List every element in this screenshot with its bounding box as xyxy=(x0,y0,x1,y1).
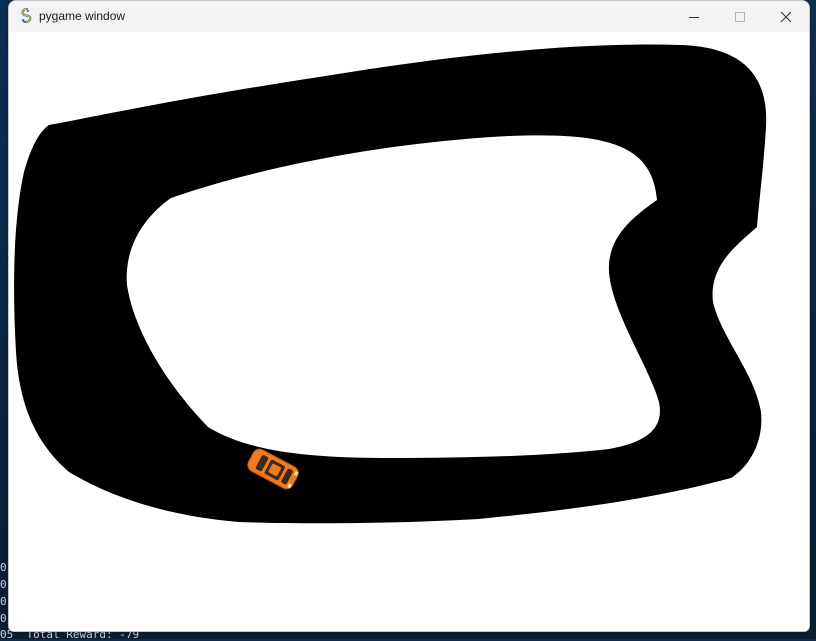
terminal-line: 0 xyxy=(0,578,7,591)
maximize-icon xyxy=(735,11,745,22)
pygame-window[interactable]: pygame window xyxy=(8,0,810,632)
terminal-line: 0 xyxy=(0,595,7,608)
minimize-icon xyxy=(689,16,699,18)
terminal-line: 0 xyxy=(0,561,7,574)
close-icon xyxy=(780,11,792,22)
window-title: pygame window xyxy=(39,9,126,23)
race-track xyxy=(14,44,767,524)
game-canvas[interactable] xyxy=(9,32,809,631)
maximize-button[interactable] xyxy=(717,1,763,32)
terminal-line: 0 xyxy=(0,612,7,625)
close-button[interactable] xyxy=(763,1,809,32)
minimize-button[interactable] xyxy=(671,1,717,32)
title-bar[interactable]: pygame window xyxy=(9,1,809,33)
pygame-snake-icon xyxy=(21,8,32,24)
